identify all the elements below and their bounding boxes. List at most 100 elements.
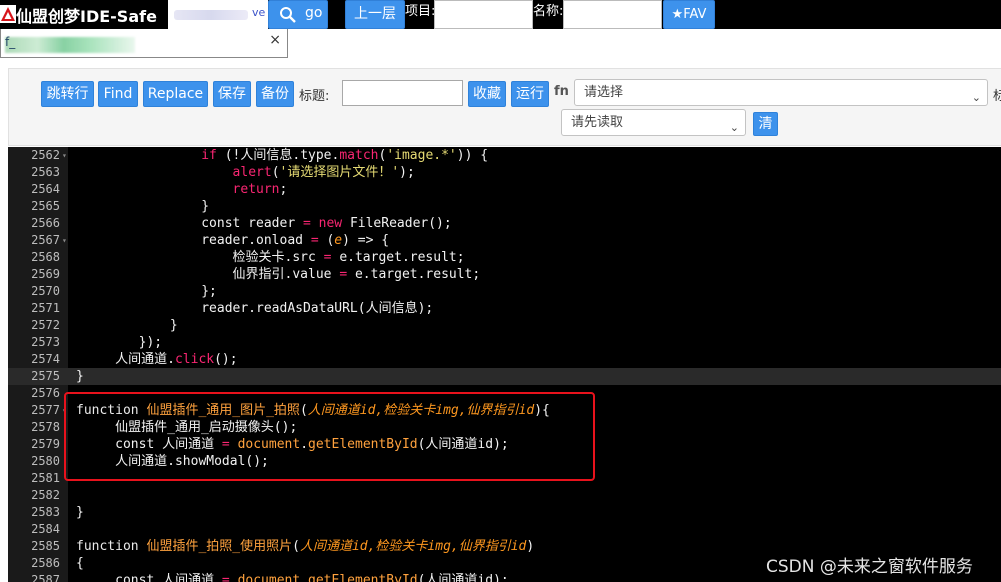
- fn-label: fn: [554, 84, 569, 99]
- line-number: 2585: [31, 539, 60, 553]
- highlight-box: [64, 392, 595, 481]
- search-icon: [280, 7, 296, 23]
- code-line[interactable]: 2584: [8, 521, 1001, 538]
- tab-title: f_: [5, 35, 16, 49]
- code-line[interactable]: 2563 alert('请选择图片文件！');: [8, 164, 1001, 181]
- line-number: 2581: [31, 471, 60, 485]
- line-number: 2572: [31, 318, 60, 332]
- go-button[interactable]: go: [268, 0, 328, 29]
- line-number: 2565: [31, 199, 60, 213]
- backup-button[interactable]: 备份: [256, 81, 294, 107]
- line-number: 2566: [31, 216, 60, 230]
- line-number: 2567: [31, 233, 60, 247]
- code-text: {: [76, 556, 84, 571]
- code-line[interactable]: 2574 人间通道.click();: [8, 351, 1001, 368]
- go-label: go: [305, 5, 323, 21]
- line-number: 2568: [31, 250, 60, 264]
- code-text: return;: [232, 182, 288, 197]
- code-line[interactable]: 2582: [8, 487, 1001, 504]
- line-number: 2578: [31, 420, 60, 434]
- code-line[interactable]: 2562 ▾ if (!人间信息.type.match('image.*')) {: [8, 147, 1001, 164]
- code-line[interactable]: 2570 };: [8, 283, 1001, 300]
- fn-select[interactable]: 请选择 ⌄: [574, 79, 988, 106]
- file-tab[interactable]: f_ ×: [0, 29, 288, 58]
- code-line[interactable]: 2569 仙界指引.value = e.target.result;: [8, 266, 1001, 283]
- fn-select-value: 请选择: [584, 85, 624, 100]
- line-number: 2564: [31, 182, 60, 196]
- line-number: 2583: [31, 505, 60, 519]
- collect-button[interactable]: 收藏: [468, 81, 506, 107]
- title-input[interactable]: [342, 80, 463, 106]
- search-input[interactable]: ve: [168, 0, 268, 29]
- editor-toolbar: 跳转行 Find Replace 保存 备份 标题: 收藏 运行 fn 请选择 …: [8, 68, 1001, 146]
- code-line[interactable]: 2566 const reader = new FileReader();: [8, 215, 1001, 232]
- line-number: 2563: [31, 165, 60, 179]
- name-label: 名称:: [533, 4, 564, 19]
- code-text: 人间通道.click();: [76, 352, 238, 367]
- line-number: 2579: [31, 437, 60, 451]
- code-text: reader.readAsDataURL(人间信息);: [76, 301, 434, 316]
- fold-toggle-icon[interactable]: ▾: [62, 232, 67, 249]
- parent-folder-button[interactable]: 上一层: [345, 0, 405, 29]
- run-button[interactable]: 运行: [511, 81, 549, 107]
- code-text: 仙界指引.value = e.target.result;: [76, 267, 481, 282]
- blurred-search-text: [174, 10, 248, 20]
- name-field[interactable]: [563, 0, 662, 29]
- code-line[interactable]: 2567 ▾ reader.onload = (e) => {: [8, 232, 1001, 249]
- code-text: }: [76, 318, 178, 333]
- search-text-tail: ve: [252, 6, 266, 19]
- project-field[interactable]: [434, 0, 533, 29]
- line-number: 2562: [31, 148, 60, 162]
- line-number: 2570: [31, 284, 60, 298]
- line-number: 2571: [31, 301, 60, 315]
- code-text: }: [76, 199, 210, 214]
- line-number: 2587: [31, 573, 60, 582]
- warning-triangle-logo-icon: [0, 5, 16, 23]
- jump-to-line-button[interactable]: 跳转行: [41, 81, 94, 107]
- code-line[interactable]: 2565 }: [8, 198, 1001, 215]
- top-bar: 仙盟创梦IDE-Safe ve go 上一层 项目: 名称: ★FAV: [0, 0, 1001, 29]
- edge-label: 标: [993, 89, 1001, 104]
- blurred-tab-title: [5, 37, 135, 53]
- app-title: 仙盟创梦IDE-Safe: [16, 7, 157, 26]
- code-text: 检验关卡.src = e.target.result;: [76, 250, 465, 265]
- line-number: 2574: [31, 352, 60, 366]
- code-line[interactable]: 2573 });: [8, 334, 1001, 351]
- code-text: };: [76, 284, 217, 299]
- fold-toggle-icon[interactable]: ▾: [62, 147, 67, 164]
- line-number: 2577: [31, 403, 60, 417]
- line-number: 2586: [31, 556, 60, 570]
- code-editor[interactable]: 2562 ▾ if (!人间信息.type.match('image.*')) {…: [8, 147, 1001, 582]
- code-text: alert('请选择图片文件！');: [232, 165, 415, 180]
- favorite-button[interactable]: ★FAV: [663, 0, 715, 29]
- code-text: function 仙盟插件_拍照_使用照片(人间通道id,检验关卡img,仙界指…: [76, 539, 535, 554]
- watermark: CSDN @未来之窗软件服务: [766, 557, 973, 577]
- code-text: if (!人间信息.type.match('image.*')) {: [201, 148, 489, 163]
- code-text: }: [76, 369, 84, 384]
- replace-button[interactable]: Replace: [143, 81, 208, 107]
- code-line[interactable]: 2564 return;: [8, 181, 1001, 198]
- code-text: });: [76, 335, 163, 350]
- code-line[interactable]: 2572 }: [8, 317, 1001, 334]
- title-label: 标题:: [299, 89, 330, 104]
- line-number: 2582: [31, 488, 60, 502]
- line-number: 2576: [31, 386, 60, 400]
- clear-button[interactable]: 清: [753, 112, 778, 136]
- close-icon[interactable]: ×: [269, 32, 281, 48]
- read-select-value: 请先读取: [571, 115, 624, 130]
- find-button[interactable]: Find: [98, 81, 138, 107]
- line-number: 2573: [31, 335, 60, 349]
- line-number: 2580: [31, 454, 60, 468]
- save-button[interactable]: 保存: [213, 81, 251, 107]
- code-text: reader.onload = (e) => {: [76, 233, 390, 248]
- project-label: 项目:: [405, 4, 436, 19]
- chevron-down-icon: ⌄: [729, 121, 739, 134]
- line-number: 2575: [31, 369, 60, 383]
- code-text: const 人间通道 = document.getElementById(人间通…: [76, 573, 509, 582]
- code-line[interactable]: 2568 检验关卡.src = e.target.result;: [8, 249, 1001, 266]
- code-line[interactable]: 2583}: [8, 504, 1001, 521]
- code-line[interactable]: 2571 reader.readAsDataURL(人间信息);: [8, 300, 1001, 317]
- read-select[interactable]: 请先读取 ⌄: [561, 109, 746, 136]
- code-line[interactable]: 2575}: [8, 368, 1001, 385]
- line-number: 2584: [31, 522, 60, 536]
